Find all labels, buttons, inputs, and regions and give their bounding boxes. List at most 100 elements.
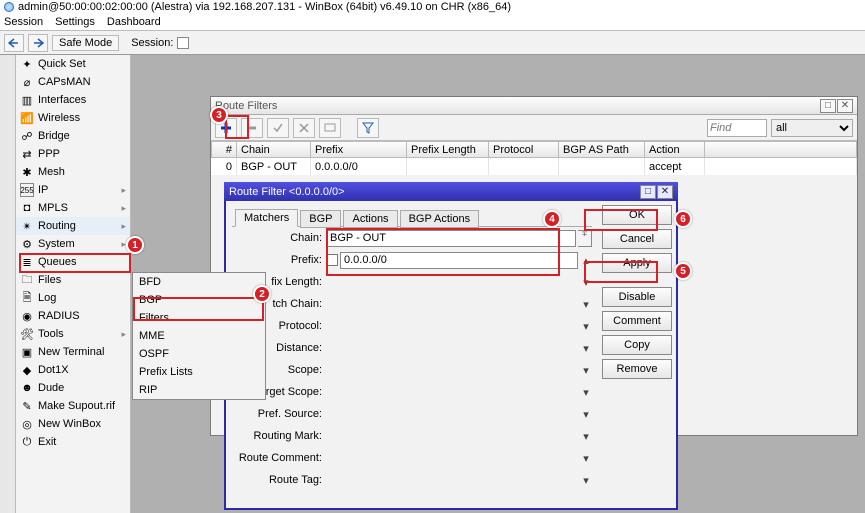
- sidebar-item-ppp[interactable]: ⇄PPP: [16, 145, 130, 163]
- sidebar-item-label: MPLS: [38, 202, 68, 214]
- files-icon: 🗀: [20, 273, 34, 287]
- sidebar-item-label: New Terminal: [38, 346, 104, 358]
- menu-dashboard[interactable]: Dashboard: [107, 16, 161, 28]
- ip-icon: 255: [20, 183, 34, 197]
- sidebar-item-dot1x[interactable]: ◆Dot1X: [16, 361, 130, 379]
- submenu-mme[interactable]: MME: [133, 327, 265, 345]
- submenu-ospf[interactable]: OSPF: [133, 345, 265, 363]
- menu-session[interactable]: Session: [4, 16, 43, 28]
- prefix-checkbox[interactable]: [326, 254, 338, 266]
- sidebar-item-system[interactable]: ⚙System▸: [16, 235, 130, 253]
- find-input[interactable]: [707, 119, 767, 137]
- submenu-bfd[interactable]: BFD: [133, 273, 265, 291]
- sidebar-item-routing[interactable]: ✴Routing▸: [16, 217, 130, 235]
- sidebar-item-tools[interactable]: 🛠Tools▸: [16, 325, 130, 343]
- col-bgp-as-path[interactable]: BGP AS Path: [559, 141, 645, 158]
- tab-matchers[interactable]: Matchers: [235, 209, 298, 227]
- disable-button[interactable]: Disable: [602, 287, 672, 307]
- sidebar-item-queues[interactable]: ≣Queues: [16, 253, 130, 271]
- wand-icon: ✦: [20, 57, 34, 71]
- menu-settings[interactable]: Settings: [55, 16, 95, 28]
- expand-icon[interactable]: ▾: [580, 386, 592, 399]
- cancel-button[interactable]: Cancel: [602, 229, 672, 249]
- sidebar-item-files[interactable]: 🗀Files: [16, 271, 130, 289]
- submenu-filters[interactable]: Filters: [133, 309, 265, 327]
- remove-button[interactable]: Remove: [602, 359, 672, 379]
- safe-mode-button[interactable]: Safe Mode: [52, 35, 119, 51]
- chevron-right-icon: ▸: [121, 203, 126, 214]
- disable-button[interactable]: [293, 118, 315, 138]
- prefix-input[interactable]: [340, 252, 578, 269]
- tab-bgp[interactable]: BGP: [300, 210, 341, 228]
- copy-button[interactable]: Copy: [602, 335, 672, 355]
- expand-icon[interactable]: ▾: [580, 298, 592, 311]
- table-row[interactable]: 0 BGP - OUT 0.0.0.0/0 accept: [211, 158, 857, 175]
- tab-bgp-actions[interactable]: BGP Actions: [400, 210, 480, 228]
- col-num[interactable]: #: [211, 141, 237, 158]
- chain-dropdown[interactable]: ∓: [578, 230, 592, 247]
- apply-button[interactable]: Apply: [602, 253, 672, 273]
- col-prefix[interactable]: Prefix: [311, 141, 407, 158]
- callout-2: 2: [253, 285, 271, 303]
- sidebar-item-radius[interactable]: ◉RADIUS: [16, 307, 130, 325]
- col-protocol[interactable]: Protocol: [489, 141, 559, 158]
- enable-button[interactable]: [267, 118, 289, 138]
- sidebar-item-label: New WinBox: [38, 418, 101, 430]
- col-prefix-length[interactable]: Prefix Length: [407, 141, 489, 158]
- sidebar-item-mpls[interactable]: ◘MPLS▸: [16, 199, 130, 217]
- submenu-prefix-lists[interactable]: Prefix Lists: [133, 363, 265, 381]
- grid-header: # Chain Prefix Prefix Length Protocol BG…: [211, 141, 857, 158]
- remove-button[interactable]: [241, 118, 263, 138]
- session-checkbox[interactable]: [177, 37, 189, 49]
- sidebar-item-new-terminal[interactable]: ▣New Terminal: [16, 343, 130, 361]
- expand-icon[interactable]: ▾: [580, 474, 592, 487]
- expand-icon[interactable]: ▾: [580, 276, 592, 289]
- ok-button[interactable]: OK: [602, 205, 672, 225]
- expand-icon[interactable]: ▾: [580, 408, 592, 421]
- close-button[interactable]: ✕: [837, 99, 853, 113]
- sidebar-item-label: Log: [38, 292, 56, 304]
- sidebar-item-label: PPP: [38, 148, 60, 160]
- expand-icon[interactable]: ▾: [580, 430, 592, 443]
- expand-icon[interactable]: ▾: [580, 320, 592, 333]
- sidebar-item-exit[interactable]: ⏻Exit: [16, 433, 130, 451]
- sidebar-item-wireless[interactable]: 📶 Wireless: [16, 109, 130, 127]
- find-scope-select[interactable]: all: [771, 119, 853, 137]
- sidebar-item-mesh[interactable]: ✱Mesh: [16, 163, 130, 181]
- sidebar-item-capsman[interactable]: ⌀CAPsMAN: [16, 73, 130, 91]
- sidebar-item-label: Wireless: [38, 112, 80, 124]
- sidebar-item-quick-set[interactable]: ✦Quick Set: [16, 55, 130, 73]
- redo-button[interactable]: [28, 34, 48, 52]
- sidebar-item-interfaces[interactable]: ▥Interfaces: [16, 91, 130, 109]
- undo-button[interactable]: [4, 34, 24, 52]
- submenu-rip[interactable]: RIP: [133, 381, 265, 399]
- dialog-maximize-button[interactable]: □: [640, 185, 656, 199]
- col-action[interactable]: Action: [645, 141, 705, 158]
- tab-actions[interactable]: Actions: [343, 210, 397, 228]
- bridge-icon: ☍: [20, 129, 34, 143]
- comment-button[interactable]: [319, 118, 341, 138]
- submenu-bgp[interactable]: BGP: [133, 291, 265, 309]
- sidebar-item-log[interactable]: 🗎Log: [16, 289, 130, 307]
- comment-button[interactable]: Comment: [602, 311, 672, 331]
- sidebar-item-new-winbox[interactable]: ◎New WinBox: [16, 415, 130, 433]
- tools-icon: 🛠: [20, 327, 34, 341]
- sidebar-item-ip[interactable]: 255IP▸: [16, 181, 130, 199]
- wireless-icon: 📶: [20, 111, 34, 125]
- sidebar-item-bridge[interactable]: ☍ Bridge: [16, 127, 130, 145]
- expand-icon[interactable]: ▾: [580, 342, 592, 355]
- dialog-close-button[interactable]: ✕: [657, 185, 673, 199]
- maximize-button[interactable]: □: [820, 99, 836, 113]
- col-chain[interactable]: Chain: [237, 141, 311, 158]
- chain-input[interactable]: [326, 230, 576, 247]
- expand-icon[interactable]: ▾: [580, 452, 592, 465]
- sidebar-item-label: CAPsMAN: [38, 76, 91, 88]
- sidebar-item-dude[interactable]: ☻Dude: [16, 379, 130, 397]
- collapse-icon[interactable]: ▴: [580, 254, 592, 267]
- session-label: Session:: [131, 37, 173, 49]
- expand-icon[interactable]: ▾: [580, 364, 592, 377]
- filter-button[interactable]: [357, 118, 379, 138]
- sidebar-item-make-supout[interactable]: ✎Make Supout.rif: [16, 397, 130, 415]
- window-title: admin@50:00:00:02:00:00 (Alestra) via 19…: [18, 1, 511, 13]
- sidebar-item-label: Bridge: [38, 130, 70, 142]
